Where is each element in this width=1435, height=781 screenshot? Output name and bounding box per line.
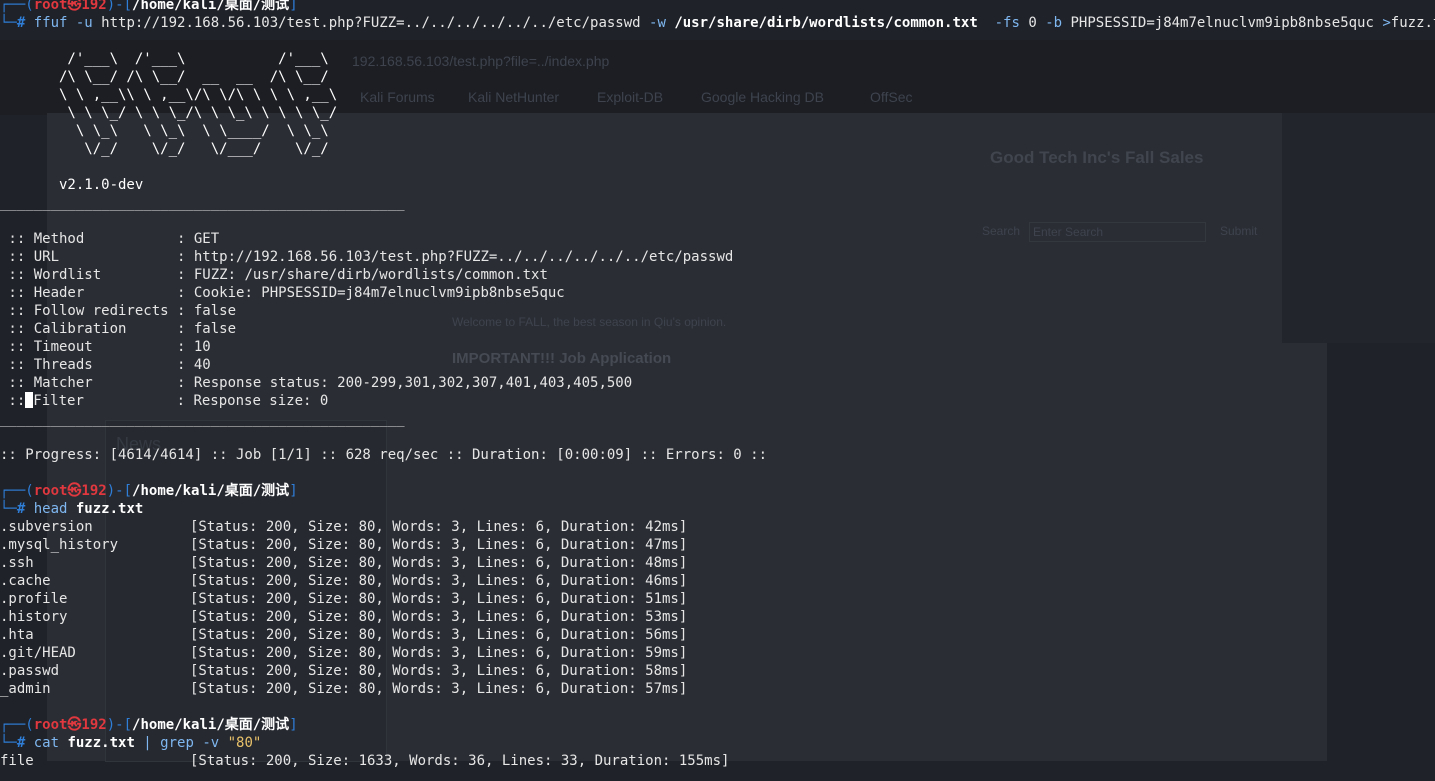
config-row: :: Threads : 40 xyxy=(0,356,211,374)
command-name: cat xyxy=(33,735,60,751)
command-arg: > xyxy=(1373,15,1391,31)
separator-line: ________________________________________… xyxy=(0,195,405,211)
result-row: file [Status: 200, Size: 1633, Words: 36,… xyxy=(0,752,729,770)
terminal-output: ┌──(root㉿192)-[/home/kali/桌面/测试] └─# ffu… xyxy=(0,0,1435,781)
command-arg: PHPSESSID=j84m7elnuclvm9ipb8nbse5quc xyxy=(1070,15,1374,31)
result-row: .ssh [Status: 200, Size: 80, Words: 3, Li… xyxy=(0,554,687,572)
result-info: [Status: 200, Size: 80, Words: 3, Lines:… xyxy=(190,645,688,661)
result-name: .subversion xyxy=(0,519,93,535)
result-row: .profile [Status: 200, Size: 80, Words: 3… xyxy=(0,590,687,608)
result-name: _admin xyxy=(0,681,51,697)
command-line: └─# cat fuzz.txt | grep -v "80" xyxy=(0,735,262,751)
command-line: └─# head fuzz.txt xyxy=(0,501,144,517)
result-name: .ssh xyxy=(0,555,34,571)
ffuf-version: v2.1.0-dev xyxy=(0,177,144,193)
result-info: [Status: 200, Size: 80, Words: 3, Lines:… xyxy=(190,627,688,643)
result-name: .git/HEAD xyxy=(0,645,76,661)
result-row: .git/HEAD [Status: 200, Size: 80, Words: … xyxy=(0,644,687,662)
config-value: : FUZZ: /usr/share/dirb/wordlists/common… xyxy=(177,267,548,283)
config-value: : GET xyxy=(177,231,220,247)
config-row: :: Header : Cookie: PHPSESSID=j84m7elnuc… xyxy=(0,284,565,302)
command-arg: /usr/share/dirb/wordlists/common.txt xyxy=(674,15,978,31)
config-key: :: Timeout xyxy=(0,339,178,355)
result-row: .subversion [Status: 200, Size: 80, Words… xyxy=(0,518,687,536)
config-key: :: Follow redirects xyxy=(0,303,178,319)
result-name: .passwd xyxy=(0,663,60,679)
config-key: :: Wordlist xyxy=(0,267,178,283)
config-row: :: Follow redirects : false xyxy=(0,302,236,320)
config-value: : Response status: 200-299,301,302,307,4… xyxy=(177,375,633,391)
result-row: .hta [Status: 200, Size: 80, Words: 3, Li… xyxy=(0,626,687,644)
prompt-path: /home/kali/桌面/测试 xyxy=(132,0,290,13)
config-row: :: Wordlist : FUZZ: /usr/share/dirb/word… xyxy=(0,266,548,284)
shell-prompt: ┌──(root㉿192)-[/home/kali/桌面/测试] xyxy=(0,717,298,733)
banner-line: /'___\ /'___\ /'___\ xyxy=(0,51,388,67)
shell-prompt: ┌──(root㉿192)-[/home/kali/桌面/测试] xyxy=(0,483,298,499)
banner-line: \/_/ \/_/ \/___/ \/_/ xyxy=(0,141,388,157)
config-value: : 10 xyxy=(177,339,211,355)
config-value: : http://192.168.56.103/test.php?FUZZ=..… xyxy=(177,249,734,265)
result-info: [Status: 200, Size: 80, Words: 3, Lines:… xyxy=(190,519,688,535)
prompt-user: root㉿192 xyxy=(33,0,107,13)
command-arg: 0 xyxy=(1028,15,1037,31)
result-info: [Status: 200, Size: 80, Words: 3, Lines:… xyxy=(190,663,688,679)
banner-line: /\ \__/ /\ \__/ __ __ /\ \__/ xyxy=(0,69,388,85)
result-info: [Status: 200, Size: 80, Words: 3, Lines:… xyxy=(190,555,688,571)
progress-line: :: Progress: [4614/4614] :: Job [1/1] ::… xyxy=(0,447,768,463)
config-value: : false xyxy=(177,321,237,337)
command-name: head xyxy=(33,501,68,517)
banner-line: \ \ ,__\\ \ ,__\/\ \/\ \ \ \ ,__\ xyxy=(0,87,388,103)
command-arg: -b xyxy=(1036,15,1071,31)
config-key: :: Method xyxy=(0,231,178,247)
config-row: :: Method : GET xyxy=(0,230,219,248)
command-line: └─# ffuf -u http://192.168.56.103/test.p… xyxy=(0,14,1435,32)
result-row: .mysql_history [Status: 200, Size: 80, Wo… xyxy=(0,536,687,554)
command-arg: http://192.168.56.103/test.php?FUZZ=../.… xyxy=(101,15,641,31)
result-info: [Status: 200, Size: 80, Words: 3, Lines:… xyxy=(190,591,688,607)
config-key: :: Calibration xyxy=(0,321,178,337)
result-row: _admin [Status: 200, Size: 80, Words: 3, … xyxy=(0,680,687,698)
config-row: :: Timeout : 10 xyxy=(0,338,211,356)
config-value: : false xyxy=(177,303,237,319)
command-arg: -fs xyxy=(977,15,1029,31)
result-info: [Status: 200, Size: 80, Words: 3, Lines:… xyxy=(190,573,688,589)
config-value: : Cookie: PHPSESSID=j84m7elnuclvm9ipb8nb… xyxy=(177,285,565,301)
result-name: .history xyxy=(0,609,68,625)
result-row: .passwd [Status: 200, Size: 80, Words: 3,… xyxy=(0,662,687,680)
result-row: .history [Status: 200, Size: 80, Words: 3… xyxy=(0,608,687,626)
config-row: :: Matcher : Response status: 200-299,30… xyxy=(0,374,632,392)
command-name: ffuf xyxy=(33,15,68,31)
result-info: [Status: 200, Size: 80, Words: 3, Lines:… xyxy=(190,681,688,697)
config-row: :: URL : http://192.168.56.103/test.php?… xyxy=(0,248,733,266)
config-key: :: Threads xyxy=(0,357,178,373)
banner-line: \ \ \_/ \ \ \_/\ \ \_\ \ \ \ \_/ xyxy=(0,105,388,121)
result-name: .mysql_history xyxy=(0,537,119,553)
result-row: .cache [Status: 200, Size: 80, Words: 3, … xyxy=(0,572,687,590)
result-name: .hta xyxy=(0,627,34,643)
config-row: :: Filter : Response size: 0 xyxy=(0,392,329,409)
shell-prompt: ┌──(root㉿192)-[/home/kali/桌面/测试] xyxy=(0,0,298,14)
config-key: :: Matcher xyxy=(0,375,178,391)
banner-line: \ \_\ \ \_\ \ \____/ \ \_\ xyxy=(0,123,388,139)
config-key: :: URL xyxy=(0,249,178,265)
command-arg: -u xyxy=(67,15,102,31)
result-name: file xyxy=(0,753,34,769)
command-arg: fuzz.txt xyxy=(1390,15,1435,31)
config-value: : 40 xyxy=(177,357,211,373)
config-key: :: Header xyxy=(0,285,178,301)
command-arg: -w xyxy=(640,15,675,31)
result-info: [Status: 200, Size: 80, Words: 3, Lines:… xyxy=(190,609,688,625)
result-info: [Status: 200, Size: 1633, Words: 36, Lin… xyxy=(190,753,730,769)
result-info: [Status: 200, Size: 80, Words: 3, Lines:… xyxy=(190,537,688,553)
config-row: :: Calibration : false xyxy=(0,320,236,338)
result-name: .profile xyxy=(0,591,68,607)
result-name: .cache xyxy=(0,573,51,589)
separator-line: ________________________________________… xyxy=(0,411,405,427)
